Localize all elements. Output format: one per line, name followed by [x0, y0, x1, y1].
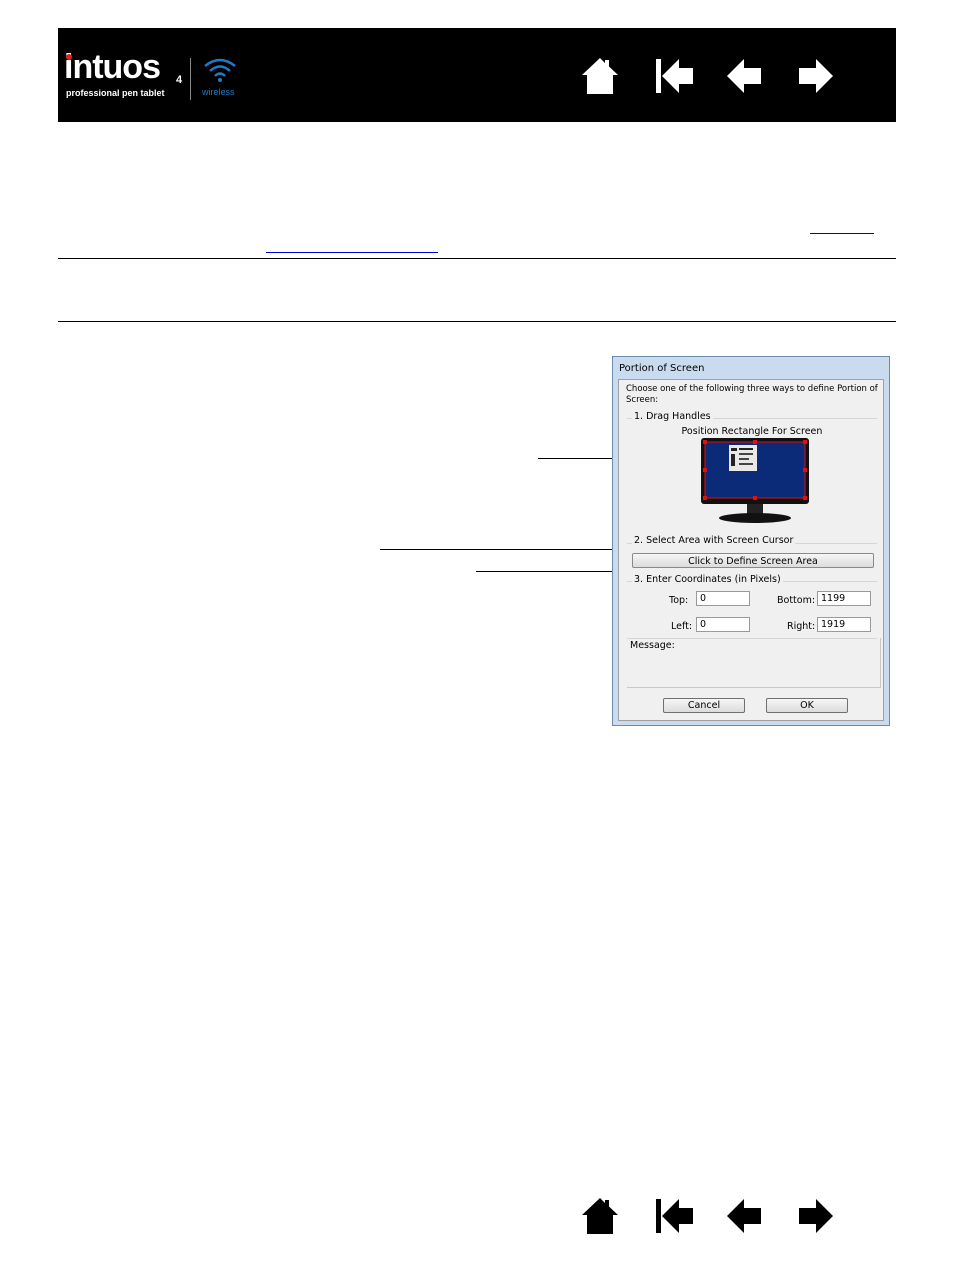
- first-page-icon[interactable]: [653, 54, 697, 98]
- callout-line-screen-cursor: [380, 549, 630, 550]
- group-coordinates-title: 3. Enter Coordinates (in Pixels): [632, 574, 783, 585]
- dialog-instructions: Choose one of the following three ways t…: [626, 384, 878, 405]
- group-drag-handles-title: 1. Drag Handles: [632, 411, 713, 422]
- wireless-icon: [204, 58, 236, 82]
- cancel-button[interactable]: Cancel: [663, 698, 745, 713]
- top-field[interactable]: 0: [696, 591, 750, 606]
- bottom-field[interactable]: 1199: [817, 591, 871, 606]
- left-label: Left:: [671, 621, 693, 632]
- divider-rule: [58, 258, 896, 259]
- top-navigation: [578, 54, 838, 98]
- divider-rule: [58, 321, 896, 322]
- position-rectangle-label: Position Rectangle For Screen: [681, 426, 823, 437]
- dialog-title: Portion of Screen: [619, 363, 705, 374]
- logo-divider: [190, 58, 191, 100]
- left-field[interactable]: 0: [696, 617, 750, 632]
- callout-line-coordinates: [476, 571, 630, 572]
- next-page-icon[interactable]: [793, 54, 837, 98]
- logo-red-dot: [66, 54, 72, 60]
- link-underline[interactable]: [266, 252, 438, 253]
- top-label: Top:: [669, 595, 689, 606]
- previous-page-icon[interactable]: [723, 1194, 767, 1238]
- first-page-icon[interactable]: [653, 1194, 697, 1238]
- home-icon[interactable]: [578, 54, 622, 98]
- logo-brand: intuos: [64, 48, 161, 86]
- right-label: Right:: [787, 621, 816, 632]
- portion-of-screen-dialog: Portion of Screen Choose one of the foll…: [612, 356, 890, 726]
- intuos-logo: intuos 4 professional pen tablet wireles…: [64, 50, 264, 110]
- previous-page-icon[interactable]: [723, 54, 767, 98]
- right-field[interactable]: 1919: [817, 617, 871, 632]
- group-screen-cursor-title: 2. Select Area with Screen Cursor: [632, 535, 796, 546]
- bottom-label: Bottom:: [777, 595, 816, 606]
- monitor-preview[interactable]: [699, 438, 811, 526]
- dialog-body: Choose one of the following three ways t…: [618, 379, 884, 721]
- logo-tagline: professional pen tablet: [66, 88, 165, 98]
- home-icon[interactable]: [578, 1194, 622, 1238]
- message-label: Message:: [630, 640, 675, 651]
- next-page-icon[interactable]: [793, 1194, 837, 1238]
- define-screen-area-button[interactable]: Click to Define Screen Area: [632, 553, 874, 568]
- logo-wireless-text: wireless: [202, 87, 235, 97]
- link-underline[interactable]: [810, 233, 874, 234]
- ok-button[interactable]: OK: [766, 698, 848, 713]
- logo-model-number: 4: [176, 74, 183, 86]
- bottom-navigation: [578, 1194, 838, 1238]
